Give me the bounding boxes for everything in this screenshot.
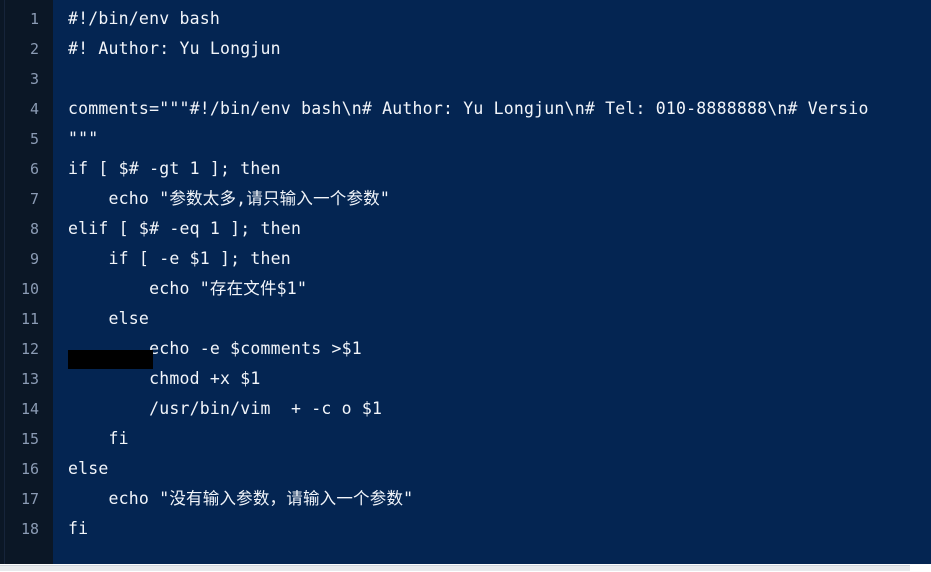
code-line[interactable]: comments="""#!/bin/env bash\n# Author: Y… (68, 94, 869, 124)
redaction-block (68, 350, 153, 369)
line-number: 6 (29, 160, 39, 178)
line-number: 1 (29, 10, 39, 28)
code-content-area[interactable]: #!/bin/env bash #! Author: Yu Longjun comm… (53, 0, 931, 564)
code-line[interactable]: /usr/bin/vim + -c o $1 (68, 394, 382, 424)
line-number: 2 (29, 40, 39, 58)
line-number: 5 (29, 130, 39, 148)
line-number: 9 (29, 250, 39, 268)
line-number: 3 (29, 70, 39, 88)
code-line[interactable]: echo "没有输入参数，请输入一个参数" (68, 484, 414, 514)
gutter-edge-rule (4, 0, 5, 564)
code-line[interactable]: else (68, 304, 149, 334)
line-number: 18 (20, 520, 39, 538)
line-number: 17 (20, 490, 39, 508)
line-number: 11 (20, 310, 39, 328)
code-line[interactable]: if [ -e $1 ]; then (68, 244, 291, 274)
line-number: 16 (20, 460, 39, 478)
line-number-gutter: 1 2 3 4 5 6 7 8 9 10 11 12 13 14 15 16 17 18 (0, 0, 53, 564)
line-number: 13 (20, 370, 39, 388)
code-line[interactable]: fi (68, 424, 129, 454)
line-number: 7 (29, 190, 39, 208)
line-number: 15 (20, 430, 39, 448)
code-line[interactable]: else (68, 454, 109, 484)
code-line[interactable]: echo "存在文件$1" (68, 274, 307, 304)
code-editor[interactable]: #!/bin/env bash #! Author: Yu Longjun comm… (0, 0, 931, 572)
code-line[interactable]: #!/bin/env bash (68, 4, 220, 34)
horizontal-scrollbar-thumb[interactable] (0, 565, 910, 571)
line-number: 10 (20, 280, 39, 298)
horizontal-scrollbar[interactable] (0, 564, 931, 572)
code-line[interactable]: if [ $# -gt 1 ]; then (68, 154, 281, 184)
line-number: 4 (29, 100, 39, 118)
line-number: 8 (29, 220, 39, 238)
code-line[interactable]: #! Author: Yu Longjun (68, 34, 281, 64)
code-line[interactable]: fi (68, 514, 88, 544)
line-number: 12 (20, 340, 39, 358)
code-line[interactable]: """ (68, 124, 98, 154)
line-number: 14 (20, 400, 39, 418)
code-line[interactable]: elif [ $# -eq 1 ]; then (68, 214, 301, 244)
code-line[interactable]: echo "参数太多,请只输入一个参数" (68, 184, 390, 214)
